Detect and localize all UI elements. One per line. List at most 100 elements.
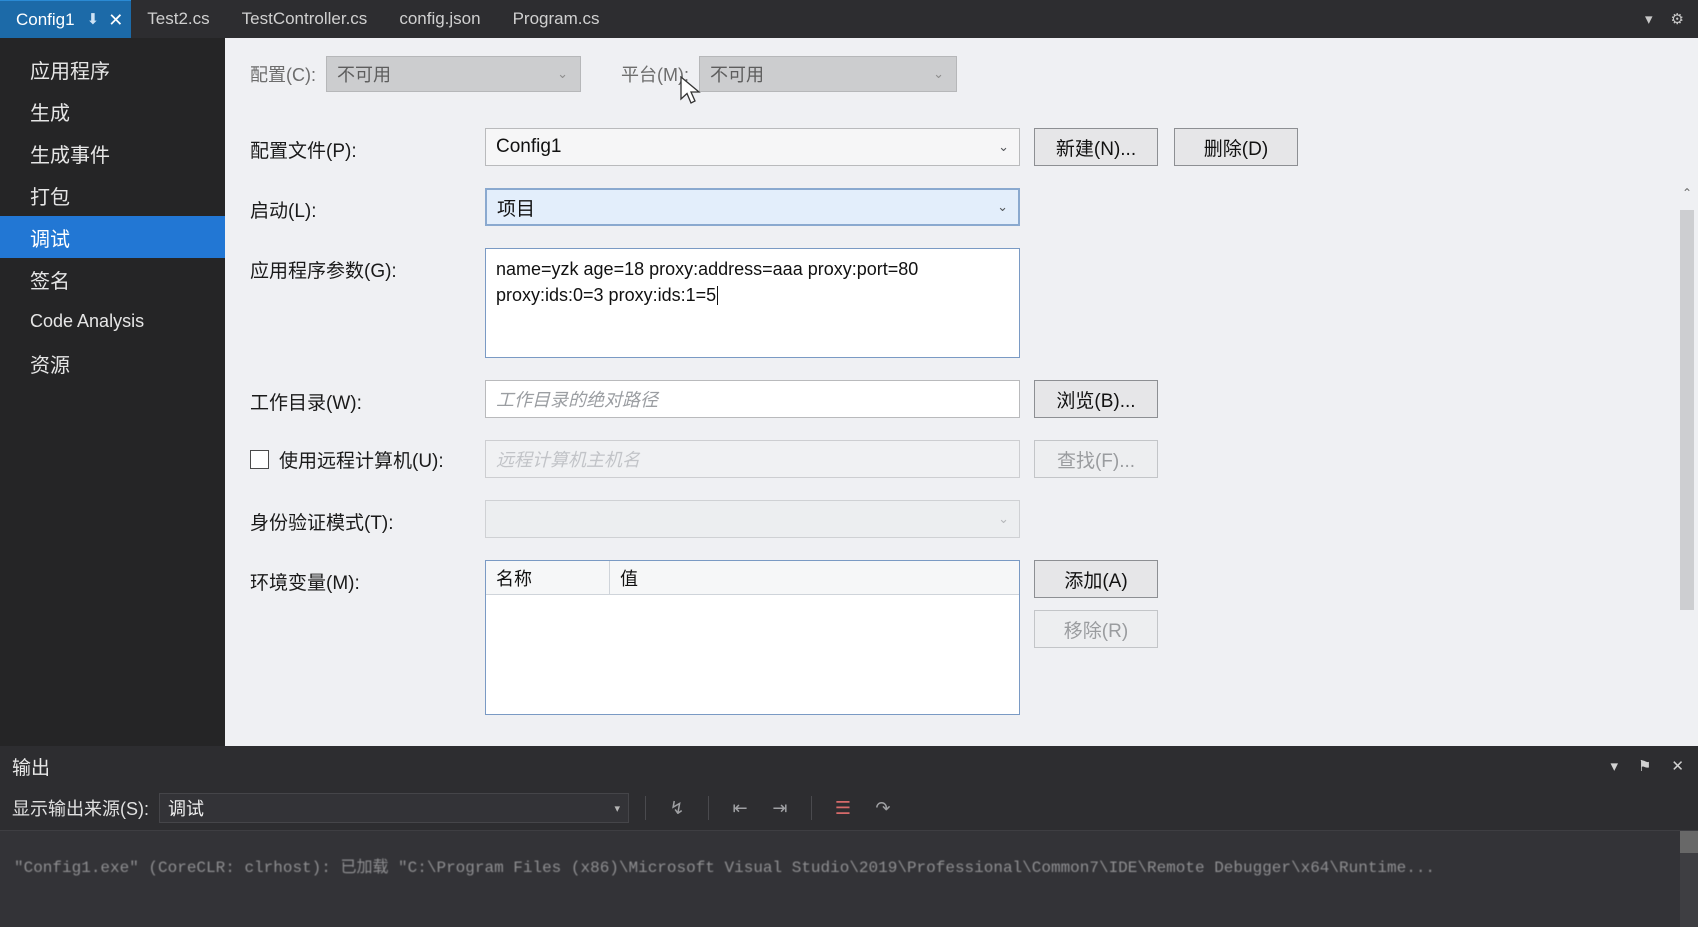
arguments-line-2: proxy:ids:0=3 proxy:ids:1=5 [496,284,717,305]
arguments-label: 应用程序参数(G): [250,261,397,282]
working-directory-input[interactable]: 工作目录的绝对路径 [485,380,1020,418]
new-profile-button[interactable]: 新建(N)... [1034,128,1158,166]
grid-header-row: 名称 值 [486,561,1019,595]
tab-config-json[interactable]: config.json [383,0,496,38]
configuration-value: 不可用 [337,65,391,85]
chevron-down-icon: ⌄ [998,511,1009,526]
remote-machine-label: 使用远程计算机(U): [279,451,444,472]
output-title-bar: 输出 ▾ ⚑ ✕ [0,746,1698,786]
tab-test2-cs[interactable]: Test2.cs [131,0,225,38]
working-directory-control: 工作目录的绝对路径 [485,380,1020,418]
delete-profile-button[interactable]: 删除(D) [1174,128,1298,166]
output-text-area[interactable]: https://blog.csdn.net/weixin_47896756 "C… [0,830,1698,927]
pin-icon[interactable]: ⚑ [1638,759,1651,774]
environment-variables-grid[interactable]: 名称 值 [485,560,1020,715]
launch-label: 启动(L): [250,201,317,222]
scrollbar-thumb[interactable] [1680,831,1698,853]
close-icon[interactable]: ✕ [108,11,123,29]
chevron-down-icon[interactable]: ▾ [1610,759,1618,774]
editor-tab-strip: Config1 ⬇ ✕ Test2.cs TestController.cs c… [0,0,1698,38]
remote-machine-row: 使用远程计算机(U): 远程计算机主机名 查找(F)... [250,440,1638,478]
working-directory-label: 工作目录(W): [250,393,362,414]
text-caret [717,285,719,305]
scrollbar-thumb[interactable] [1680,210,1694,610]
remote-machine-checkbox[interactable] [250,450,269,469]
chevron-down-icon: ⌄ [933,66,944,81]
tab-strip-actions: ▾ ⚙ [1645,0,1698,38]
pane-vertical-scrollbar[interactable]: ⌃ ⌄ [1676,182,1698,818]
tab-label: config.json [399,9,481,28]
arguments-textarea[interactable]: name=yzk age=18 proxy:address=aaa proxy:… [485,248,1020,358]
tab-label: Program.cs [512,9,600,28]
tab-program-cs[interactable]: Program.cs [497,0,616,38]
tab-label: Config1 [16,9,75,29]
toggle-word-wrap-icon[interactable]: ↷ [868,794,898,822]
sidebar-item-label: 调试 [30,228,70,251]
environment-variables-control: 名称 值 [485,560,1020,715]
configuration-select: 不可用 ⌄ [326,56,581,92]
sidebar-item-code-analysis[interactable]: Code Analysis [0,300,225,342]
platform-label: 平台(M): [621,65,689,85]
visual-studio-window: Config1 ⬇ ✕ Test2.cs TestController.cs c… [0,0,1698,927]
add-variable-button[interactable]: 添加(A) [1034,560,1158,598]
browse-button-column: 浏览(B)... [1034,380,1158,418]
sidebar-item-label: 生成 [30,102,70,125]
launch-row: 启动(L): 项目 ⌄ [250,188,1638,226]
find-message-icon[interactable]: ↯ [662,794,692,822]
toolbar-divider [708,796,709,820]
sidebar-item-package[interactable]: 打包 [0,174,225,216]
tab-label: Test2.cs [147,9,210,28]
output-vertical-scrollbar[interactable] [1680,831,1698,927]
chevron-down-icon[interactable]: ▾ [1645,12,1653,27]
browse-button[interactable]: 浏览(B)... [1034,380,1158,418]
sidebar-item-debug[interactable]: 调试 [0,216,236,258]
tab-label: TestController.cs [241,9,368,28]
sidebar-item-label: 生成事件 [30,144,110,167]
launch-control: 项目 ⌄ [485,188,1020,226]
remote-machine-checkbox-row[interactable]: 使用远程计算机(U): [250,440,485,473]
toolbar-divider [645,796,646,820]
launch-select[interactable]: 项目 ⌄ [485,188,1020,226]
sidebar-item-resources[interactable]: 资源 [0,342,225,384]
authentication-mode-select: ⌄ [485,500,1020,538]
output-source-select[interactable]: 调试 ▾ [159,793,629,823]
grid-column-name[interactable]: 名称 [486,561,610,594]
chevron-down-icon: ⌄ [997,199,1008,214]
pin-icon[interactable]: ⬇ [87,12,100,27]
tab-config1[interactable]: Config1 ⬇ ✕ [0,0,132,38]
working-directory-placeholder: 工作目录的绝对路径 [496,390,658,410]
scroll-up-icon[interactable]: ⌃ [1676,182,1698,204]
chevron-down-icon: ⌄ [557,66,568,81]
arguments-line-2-wrap: proxy:ids:0=3 proxy:ids:1=5 [496,283,1009,309]
grid-column-value[interactable]: 值 [610,561,1005,594]
gear-icon[interactable]: ⚙ [1671,12,1684,27]
output-title: 输出 [12,757,51,779]
platform-select: 不可用 ⌄ [698,56,957,92]
profile-select[interactable]: Config1 ⌄ [485,128,1020,166]
output-title-actions: ▾ ⚑ ✕ [1610,759,1684,774]
output-source-value: 调试 [168,799,204,819]
sidebar-item-build-events[interactable]: 生成事件 [0,132,225,174]
tab-actions: ⬇ ✕ [87,11,124,29]
arguments-line-1: name=yzk age=18 proxy:address=aaa proxy:… [496,259,919,279]
close-icon[interactable]: ✕ [1671,759,1684,774]
profile-control: Config1 ⌄ [485,128,1020,166]
chevron-down-icon: ⌄ [998,139,1009,154]
mouse-cursor [680,76,701,104]
output-toolbar: 显示输出来源(S): 调试 ▾ ↯ ⇤ ⇥ ☰ ↷ [0,786,1698,830]
go-to-previous-icon[interactable]: ⇤ [725,794,755,822]
clear-all-icon[interactable]: ☰ [828,794,858,822]
sidebar-item-label: 资源 [30,354,70,377]
tab-testcontroller-cs[interactable]: TestController.cs [226,0,384,38]
environment-variables-label: 环境变量(M): [250,573,360,594]
sidebar-item-signing[interactable]: 签名 [0,258,225,300]
authentication-mode-row: 身份验证模式(T): ⌄ [250,500,1638,538]
remove-variable-button: 移除(R) [1034,610,1158,648]
output-panel: 输出 ▾ ⚑ ✕ 显示输出来源(S): 调试 ▾ ↯ ⇤ ⇥ ☰ ↷ https… [0,746,1698,927]
sidebar-item-build[interactable]: 生成 [0,90,225,132]
go-to-next-icon[interactable]: ⇥ [765,794,795,822]
launch-value: 项目 [497,198,536,220]
authentication-mode-control: ⌄ [485,500,1020,538]
output-log-line: "Config1.exe" (CoreCLR: clrhost): 已加载 "C… [14,859,1436,877]
sidebar-item-application[interactable]: 应用程序 [0,48,225,90]
